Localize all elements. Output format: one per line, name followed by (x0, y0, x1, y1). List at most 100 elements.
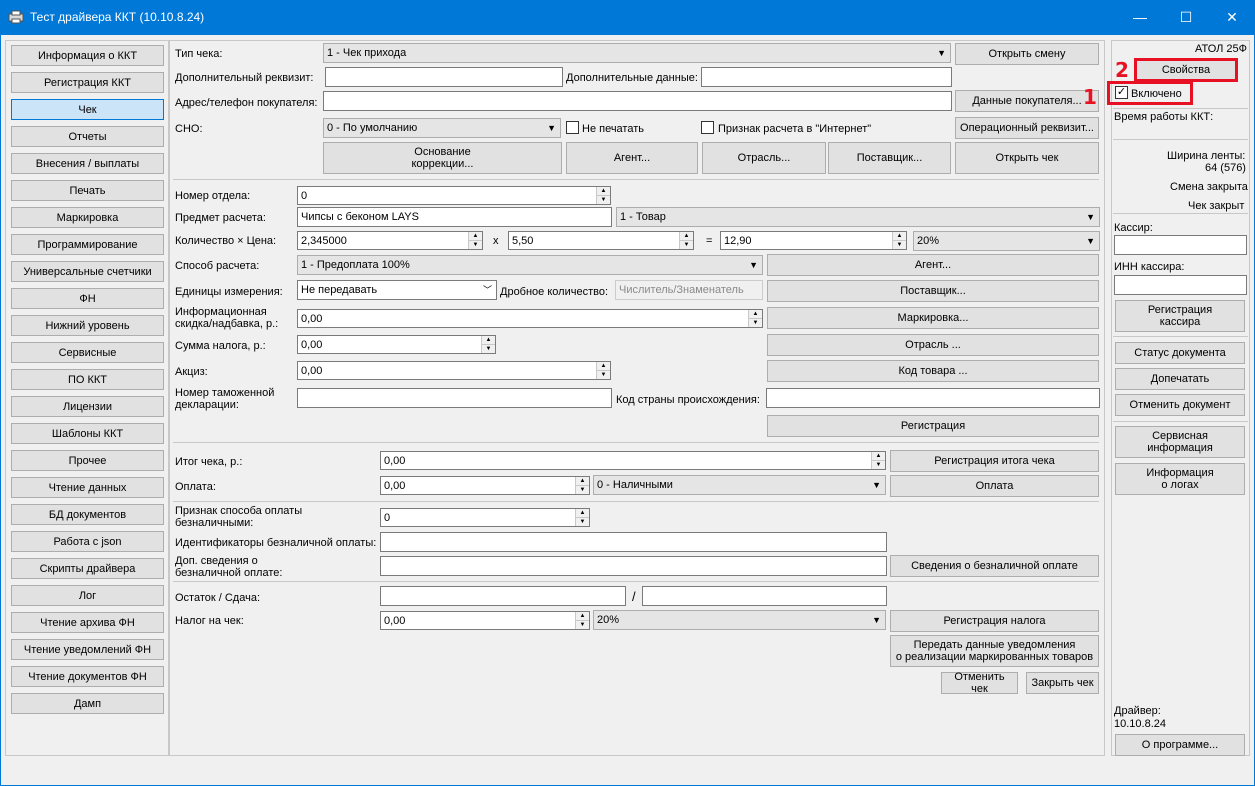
remainder-input[interactable] (380, 586, 626, 606)
sidebar-item[interactable]: Сервисные (11, 342, 164, 363)
open-shift-button[interactable]: Открыть смену (955, 43, 1099, 65)
sidebar-item[interactable]: Внесения / выплаты (11, 153, 164, 174)
sidebar-item[interactable]: Дамп (11, 693, 164, 714)
close-button[interactable]: ✕ (1209, 0, 1255, 35)
sidebar-item[interactable]: Регистрация ККТ (11, 72, 164, 93)
country-input[interactable] (766, 388, 1100, 408)
reprint-button[interactable]: Допечатать (1115, 368, 1245, 390)
no-print-checkbox[interactable] (566, 121, 579, 134)
change-input[interactable] (642, 586, 887, 606)
registration-button[interactable]: Регистрация (767, 415, 1099, 437)
agent-header-button[interactable]: Агент... (566, 142, 698, 174)
receipt-tax-rate-select[interactable]: 20% ▼ (593, 610, 886, 630)
notify-marking-button[interactable]: Передать данные уведомления о реализации… (890, 635, 1099, 667)
cashless-ids-input[interactable] (380, 532, 887, 552)
sidebar-item[interactable]: БД документов (11, 504, 164, 525)
item-agent-button[interactable]: Агент... (767, 254, 1099, 276)
payment-type-select[interactable]: 0 - Наличными ▼ (593, 475, 886, 495)
excise-spinner[interactable]: 0,00 ▲ ▼ (297, 361, 611, 380)
quantity-spinner[interactable]: 2,345000 ▲ ▼ (297, 231, 483, 250)
sidebar-item[interactable]: Чтение архива ФН (11, 612, 164, 633)
cancel-receipt-button[interactable]: Отменить чек (941, 671, 1018, 695)
department-spinner[interactable]: 0 ▲ ▼ (297, 186, 611, 205)
cashless-info-button[interactable]: Сведения о безналичной оплате (890, 555, 1099, 577)
product-code-button[interactable]: Код товара ... (767, 360, 1099, 382)
spinner-buttons[interactable]: ▲ ▼ (892, 232, 906, 249)
operational-requisite-button[interactable]: Операционный реквизит... (955, 117, 1099, 139)
marking-button[interactable]: Маркировка... (767, 307, 1099, 329)
cashier-input[interactable] (1114, 235, 1247, 255)
payment-spinner[interactable]: 0,00 ▲ ▼ (380, 476, 590, 495)
sidebar-item[interactable]: Чек (11, 99, 164, 120)
sidebar-item[interactable]: Чтение уведомлений ФН (11, 639, 164, 660)
discount-spinner[interactable]: 0,00 ▲ ▼ (297, 309, 763, 328)
sidebar-item[interactable]: Нижний уровень (11, 315, 164, 336)
spinner-buttons[interactable]: ▲ ▼ (748, 310, 762, 327)
extra-data-input[interactable] (701, 67, 952, 87)
open-receipt-button[interactable]: Открыть чек (955, 142, 1099, 174)
spinner-buttons[interactable]: ▲ ▼ (871, 452, 885, 469)
sidebar-item[interactable]: ПО ККТ (11, 369, 164, 390)
sidebar-item[interactable]: Прочее (11, 450, 164, 471)
spinner-buttons[interactable]: ▲ ▼ (596, 362, 610, 379)
sidebar-item[interactable]: Печать (11, 180, 164, 201)
receipt-tax-spinner[interactable]: 0,00 ▲ ▼ (380, 611, 590, 630)
sidebar-item[interactable]: Универсальные счетчики (11, 261, 164, 282)
spinner-buttons[interactable]: ▲ ▼ (575, 477, 589, 494)
sidebar-item[interactable]: Маркировка (11, 207, 164, 228)
maximize-button[interactable]: ☐ (1163, 0, 1209, 35)
item-supplier-button[interactable]: Поставщик... (767, 280, 1099, 302)
receipt-type-select[interactable]: 1 - Чек прихода ▼ (323, 43, 951, 63)
tax-register-button[interactable]: Регистрация налога (890, 610, 1099, 632)
buyer-contact-input[interactable] (323, 91, 952, 111)
cancel-document-button[interactable]: Отменить документ (1115, 394, 1245, 416)
service-info-button[interactable]: Сервисная информация (1115, 426, 1245, 458)
payment-button[interactable]: Оплата (890, 475, 1099, 497)
spinner-buttons[interactable]: ▲ ▼ (575, 612, 589, 629)
sidebar-item[interactable]: Отчеты (11, 126, 164, 147)
price-spinner[interactable]: 5,50 ▲ ▼ (508, 231, 694, 250)
log-info-button[interactable]: Информация о логах (1115, 463, 1245, 495)
sidebar-item[interactable]: Лицензии (11, 396, 164, 417)
sidebar-item[interactable]: Информация о ККТ (11, 45, 164, 66)
extra-requisite-input[interactable] (325, 67, 563, 87)
about-button[interactable]: О программе... (1115, 734, 1245, 756)
sidebar-item[interactable]: Работа с json (11, 531, 164, 552)
payment-method-select[interactable]: 1 - Предоплата 100% ▼ (297, 255, 763, 275)
vat-select[interactable]: 20% ▼ (913, 231, 1100, 251)
correction-basis-button[interactable]: Основание коррекции... (323, 142, 562, 174)
spinner-buttons[interactable]: ▲ ▼ (481, 336, 495, 353)
sidebar-item[interactable]: Шаблоны ККТ (11, 423, 164, 444)
total-spinner[interactable]: 0,00 ▲ ▼ (380, 451, 886, 470)
sidebar-item[interactable]: Скрипты драйвера (11, 558, 164, 579)
document-status-button[interactable]: Статус документа (1115, 342, 1245, 364)
spinner-buttons[interactable]: ▲ ▼ (596, 187, 610, 204)
internet-checkbox[interactable] (701, 121, 714, 134)
cashier-register-button[interactable]: Регистрация кассира (1115, 300, 1245, 332)
supplier-header-button[interactable]: Поставщик... (828, 142, 951, 174)
cashless-sign-spinner[interactable]: 0 ▲ ▼ (380, 508, 590, 527)
sum-spinner[interactable]: 12,90 ▲ ▼ (720, 231, 907, 250)
sno-select[interactable]: 0 - По умолчанию ▼ (323, 118, 561, 138)
spinner-buttons[interactable]: ▲ ▼ (468, 232, 482, 249)
cashier-inn-input[interactable] (1114, 275, 1247, 295)
sidebar-item[interactable]: Чтение данных (11, 477, 164, 498)
total-register-button[interactable]: Регистрация итога чека (890, 450, 1099, 472)
cashless-extra-input[interactable] (380, 556, 887, 576)
buyer-data-button[interactable]: Данные покупателя... (955, 90, 1099, 112)
sidebar-item[interactable]: ФН (11, 288, 164, 309)
units-select[interactable]: Не передавать ﹀ (297, 280, 497, 300)
sidebar-item[interactable]: Программирование (11, 234, 164, 255)
fraction-input[interactable]: Числитель/Знаменатель (615, 280, 763, 300)
subject-input[interactable]: Чипсы с беконом LAYS (297, 207, 612, 227)
spinner-buttons[interactable]: ▲ ▼ (679, 232, 693, 249)
industry-header-button[interactable]: Отрасль... (702, 142, 826, 174)
tax-sum-spinner[interactable]: 0,00 ▲ ▼ (297, 335, 496, 354)
spinner-buttons[interactable]: ▲ ▼ (575, 509, 589, 526)
sidebar-item[interactable]: Лог (11, 585, 164, 606)
subject-type-select[interactable]: 1 - Товар ▼ (616, 207, 1100, 227)
item-industry-button[interactable]: Отрасль ... (767, 334, 1099, 356)
customs-input[interactable] (297, 388, 612, 408)
minimize-button[interactable]: — (1117, 0, 1163, 35)
close-receipt-button[interactable]: Закрыть чек (1026, 672, 1099, 694)
